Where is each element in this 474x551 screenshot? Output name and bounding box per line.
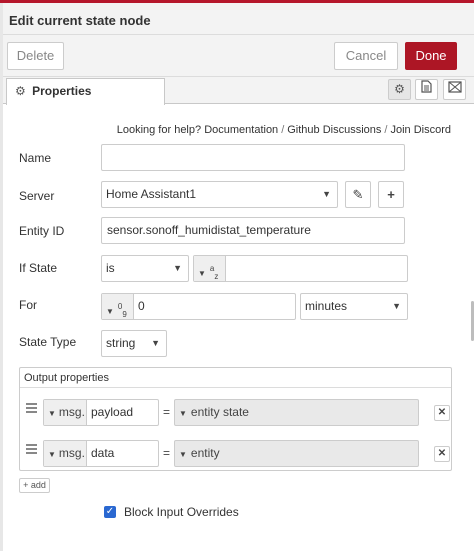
drag-handle-icon[interactable] [26,403,37,415]
documentation-link[interactable]: Documentation [204,124,278,136]
caret-down-icon: ▼ [48,409,56,418]
entity-id-label: Entity ID [19,224,65,238]
equals-sign: = [163,405,171,419]
appearance-icon [447,81,462,96]
for-units-select[interactable]: minutes ▼ [300,293,408,320]
property-name-input[interactable]: ▼ msg. payload [43,399,159,426]
tray-toolbar: Delete Cancel Done [3,35,474,77]
property-value-select[interactable]: ▼ entity state [174,399,419,426]
remove-row-button[interactable]: ✕ [434,446,450,462]
block-input-overrides-label: Block Input Overrides [124,505,239,519]
edit-server-button[interactable]: ✎ [345,181,371,208]
output-property-row: ▼ msg. payload = ▼ entity state ✕ [20,395,451,431]
name-label: Name [19,151,52,165]
plus-icon: + [387,187,395,202]
tab-settings-icon-button[interactable]: ⚙ [388,79,411,100]
property-name-input[interactable]: ▼ msg. data [43,440,159,467]
tab-appearance-icon-button[interactable] [443,79,466,100]
done-button[interactable]: Done [405,42,457,70]
property-prefix: msg. [58,405,85,419]
name-input[interactable] [101,144,405,171]
property-name-value: payload [91,405,134,419]
chevron-down-icon: ▼ [151,338,160,348]
property-value: entity [190,446,220,460]
server-label: Server [19,189,55,203]
gear-icon: ⚙ [394,82,405,96]
caret-down-icon: ▼ [48,450,56,459]
entity-id-input[interactable]: sensor.sonoff_humidistat_temperature [101,217,405,244]
caret-down-icon: ▼ [179,409,187,418]
tab-bar: ⚙ Properties ⚙ [3,77,474,105]
equals-sign: = [163,446,171,460]
for-value: 0 [138,299,145,313]
check-icon: ✓ [105,506,115,517]
caret-down-icon: ▼ [179,450,187,459]
property-value: entity state [190,405,249,419]
number-type-icon-sub: 9 [122,309,127,319]
remove-row-button[interactable]: ✕ [434,405,450,421]
help-links: Looking for help? Documentation / Github D… [116,124,451,136]
join-discord-link[interactable]: Join Discord [390,124,451,136]
tab-properties-label: Properties [32,84,92,98]
if-state-value-input[interactable]: ▼az [193,255,408,282]
block-input-overrides-checkbox[interactable]: ✓ [104,506,116,518]
property-prefix: msg. [58,446,85,460]
close-icon: ✕ [437,448,447,459]
if-state-operator-value: is [106,261,115,275]
chevron-down-icon: ▼ [322,189,331,199]
string-type-icon-sub: z [214,271,219,281]
caret-down-icon: ▼ [106,306,114,316]
help-prefix: Looking for help? [116,124,202,136]
cancel-button[interactable]: Cancel [334,42,398,70]
output-property-row: ▼ msg. data = ▼ entity ✕ [20,436,451,472]
property-name-value: data [91,446,115,460]
for-units-value: minutes [305,299,348,313]
caret-down-icon: ▼ [198,268,206,278]
tray-title: Edit current state node [9,13,151,28]
state-type-label: State Type [19,335,77,349]
property-type-button[interactable]: ▼ msg. [44,400,87,425]
output-properties-header: Output properties [20,368,451,388]
state-type-value: string [106,336,136,350]
for-type-button[interactable]: ▼09 [102,294,134,319]
drag-handle-icon[interactable] [26,444,37,456]
close-icon: ✕ [437,407,447,418]
for-value-input[interactable]: ▼09 0 [101,293,296,320]
edit-node-tray: Edit current state node Delete Cancel Do… [3,3,474,551]
property-value-select[interactable]: ▼ entity [174,440,419,467]
output-properties-list: Output properties ▼ msg. payload = ▼ entit… [19,367,452,471]
for-label: For [19,298,37,312]
add-output-property-button[interactable]: + add [19,478,50,493]
if-state-type-button[interactable]: ▼az [194,256,226,281]
tray-header: Edit current state node [3,3,474,35]
tab-description-icon-button[interactable] [415,79,438,100]
plus-icon: + [23,480,29,490]
add-label: add [30,480,46,490]
pencil-icon: ✎ [352,187,364,202]
state-type-select[interactable]: string ▼ [101,330,167,357]
property-type-button[interactable]: ▼ msg. [44,441,87,466]
gear-icon: ⚙ [15,84,26,98]
tab-properties[interactable]: ⚙ Properties [6,78,165,105]
add-server-button[interactable]: + [378,181,404,208]
chevron-down-icon: ▼ [392,301,401,311]
github-discussions-link[interactable]: Github Discussions [287,124,381,136]
chevron-down-icon: ▼ [173,263,182,273]
delete-button[interactable]: Delete [7,42,64,70]
if-state-operator-select[interactable]: is ▼ [101,255,189,282]
server-select[interactable]: Home Assistant1 ▼ [101,181,338,208]
server-value: Home Assistant1 [106,187,197,201]
description-icon [421,80,432,96]
if-state-label: If State [19,261,58,275]
